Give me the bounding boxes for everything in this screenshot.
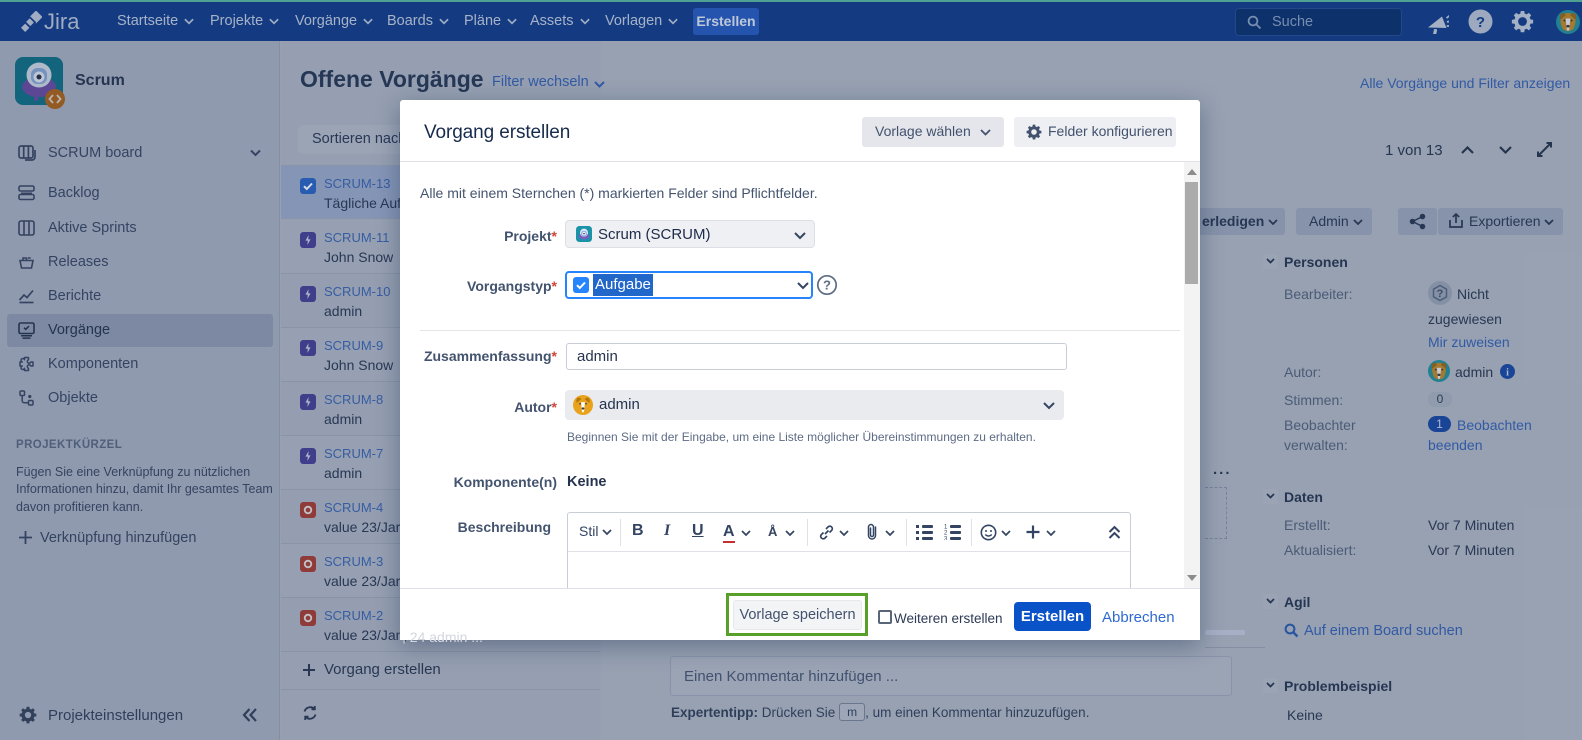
svg-text:?: ? [823, 278, 831, 293]
svg-text:3: 3 [944, 537, 948, 541]
